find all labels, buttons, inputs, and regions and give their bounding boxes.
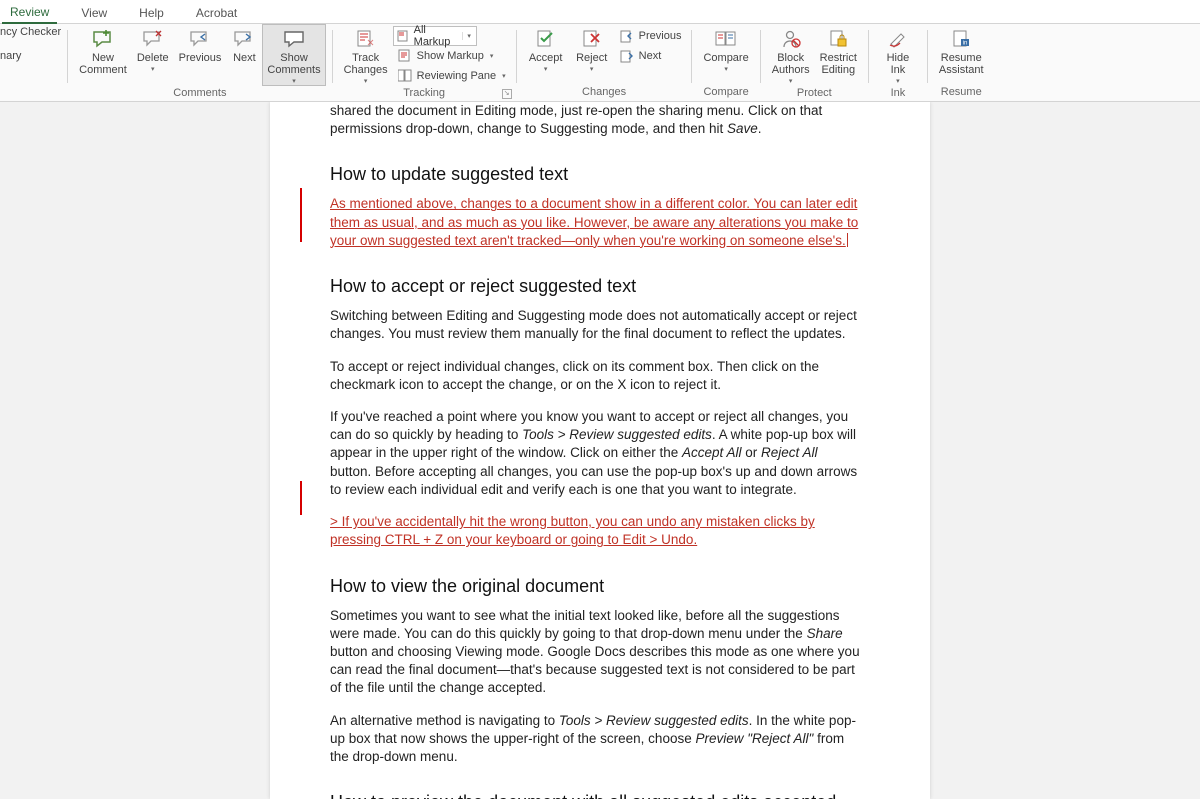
tab-help[interactable]: Help xyxy=(131,2,172,23)
group-compare: Compare ▾ Compare xyxy=(694,24,757,101)
body-paragraph: Switching between Editing and Suggesting… xyxy=(330,307,860,343)
hide-ink-button[interactable]: Hide Ink ▾ xyxy=(875,24,921,86)
reject-icon xyxy=(580,27,604,51)
delete-comment-button[interactable]: Delete ▾ xyxy=(132,24,174,74)
group-changes: Accept ▾ Reject ▾ Previous xyxy=(519,24,690,101)
ribbon: ncy Checker nary New Comment Delete ▾ xyxy=(0,24,1200,102)
body-paragraph-suggested: > If you've accidentally hit the wrong b… xyxy=(330,513,860,549)
menu-tabs: Review View Help Acrobat xyxy=(0,0,1200,24)
heading-preview: How to preview the document with all sug… xyxy=(330,792,860,799)
markup-dropdown-icon xyxy=(394,30,412,42)
body-paragraph: To accept or reject individual changes, … xyxy=(330,358,860,394)
next-comment-icon xyxy=(232,27,256,51)
show-comments-icon xyxy=(282,27,306,51)
delete-comment-icon xyxy=(141,27,165,51)
accept-icon xyxy=(534,27,558,51)
reject-button[interactable]: Reject ▾ xyxy=(569,24,615,74)
group-ink: Hide Ink ▾ Ink xyxy=(871,24,925,101)
heading-view: How to view the original document xyxy=(330,576,860,597)
group-resume: in Resume Assistant Resume xyxy=(930,24,993,101)
accept-button[interactable]: Accept ▾ xyxy=(523,24,569,74)
group-label-changes: Changes xyxy=(582,85,626,101)
compare-icon xyxy=(714,27,738,51)
accessibility-checker-partial[interactable]: ncy Checker xyxy=(0,26,61,38)
group-comments: New Comment Delete ▾ Previous Next xyxy=(70,24,329,101)
body-paragraph: An alternative method is navigating to T… xyxy=(330,712,860,767)
show-markup-button[interactable]: Show Markup ▾ xyxy=(393,46,510,66)
tracking-dialog-launcher[interactable]: ↘ xyxy=(502,89,512,99)
resume-assistant-icon: in xyxy=(949,27,973,51)
show-comments-button[interactable]: Show Comments ▾ xyxy=(262,24,325,86)
group-label-comments: Comments xyxy=(173,86,226,101)
track-changes-button[interactable]: Track Changes ▾ xyxy=(339,24,393,86)
group-tracking: Track Changes ▾ All Markup ▾ Show Markup xyxy=(335,24,514,101)
group-label-resume: Resume xyxy=(941,85,982,101)
svg-text:in: in xyxy=(963,41,968,47)
next-change-button[interactable]: Next xyxy=(615,46,686,66)
group-label-tracking: Tracking xyxy=(403,86,445,101)
document-page[interactable]: shared the document in Editing mode, jus… xyxy=(270,102,930,799)
reviewing-pane-button[interactable]: Reviewing Pane ▾ xyxy=(393,66,510,86)
text-cursor xyxy=(847,233,848,247)
track-change-marker[interactable] xyxy=(300,188,302,242)
show-markup-icon xyxy=(397,48,413,64)
block-authors-button[interactable]: Block Authors ▾ xyxy=(767,24,815,86)
dictionary-partial[interactable]: nary xyxy=(0,50,21,62)
new-comment-button[interactable]: New Comment xyxy=(74,24,132,77)
group-label-compare: Compare xyxy=(703,85,748,101)
restrict-editing-button[interactable]: Restrict Editing xyxy=(815,24,862,77)
group-label-protect: Protect xyxy=(797,86,832,101)
next-comment-button[interactable]: Next xyxy=(226,24,262,65)
block-authors-icon xyxy=(779,27,803,51)
reviewing-pane-icon xyxy=(397,68,413,84)
compare-button[interactable]: Compare ▾ xyxy=(698,24,753,74)
tab-acrobat[interactable]: Acrobat xyxy=(188,2,245,23)
tab-review[interactable]: Review xyxy=(2,1,57,24)
track-changes-icon xyxy=(354,27,378,51)
display-for-review-dropdown[interactable]: All Markup ▾ xyxy=(393,26,477,46)
hide-ink-icon xyxy=(886,27,910,51)
next-change-icon xyxy=(619,48,635,64)
body-paragraph: shared the document in Editing mode, jus… xyxy=(330,102,860,138)
prev-comment-icon xyxy=(188,27,212,51)
heading-accept: How to accept or reject suggested text xyxy=(330,276,860,297)
group-label-ink: Ink xyxy=(891,86,906,101)
document-area[interactable]: shared the document in Editing mode, jus… xyxy=(0,102,1200,799)
resume-assistant-button[interactable]: in Resume Assistant xyxy=(934,24,989,77)
body-paragraph: If you've reached a point where you know… xyxy=(330,408,860,499)
prev-change-icon xyxy=(619,28,635,44)
track-change-marker[interactable] xyxy=(300,481,302,515)
restrict-editing-icon xyxy=(826,27,850,51)
heading-update: How to update suggested text xyxy=(330,164,860,185)
group-protect: Block Authors ▾ Restrict Editing Protect xyxy=(763,24,866,101)
new-comment-icon xyxy=(91,27,115,51)
body-paragraph: Sometimes you want to see what the initi… xyxy=(330,607,860,698)
tab-view[interactable]: View xyxy=(73,2,115,23)
previous-comment-button[interactable]: Previous xyxy=(174,24,227,65)
body-paragraph-suggested: As mentioned above, changes to a documen… xyxy=(330,195,860,250)
previous-change-button[interactable]: Previous xyxy=(615,26,686,46)
